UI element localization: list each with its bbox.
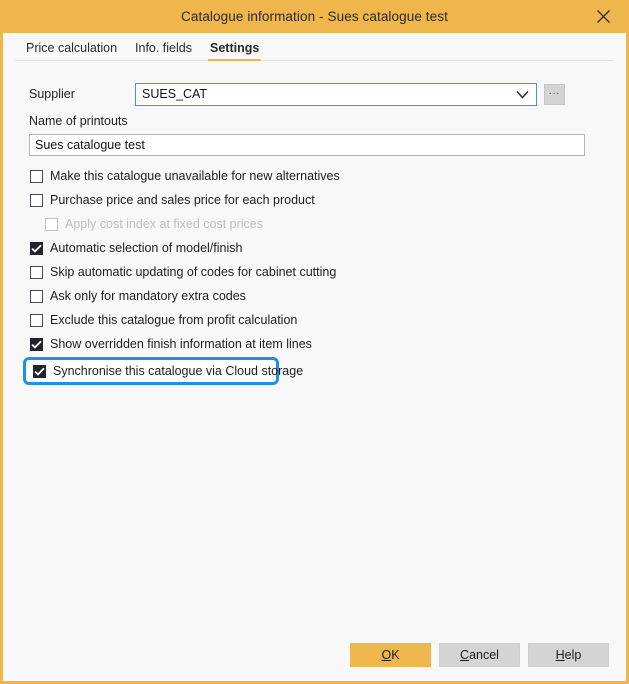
supplier-select[interactable]: SUES_CAT — [135, 83, 537, 106]
chevron-down-icon[interactable] — [514, 84, 530, 105]
checkbox-label: Show overridden finish information at it… — [50, 337, 312, 351]
printouts-input[interactable] — [29, 134, 585, 156]
checkbox-box[interactable] — [30, 242, 43, 255]
ok-button[interactable]: OK — [350, 643, 431, 667]
supplier-browse-button[interactable]: ... — [544, 84, 565, 105]
checkbox-box — [45, 218, 58, 231]
checkbox-box[interactable] — [30, 194, 43, 207]
checkbox-label: Synchronise this catalogue via Cloud sto… — [53, 364, 303, 378]
supplier-label: Supplier — [3, 87, 135, 101]
ok-button-rest: K — [391, 648, 399, 662]
close-icon[interactable] — [586, 0, 620, 33]
tab-settings[interactable]: Settings — [201, 41, 268, 61]
checkbox-row-automatic-selection-model-finish[interactable]: Automatic selection of model/finish — [3, 236, 626, 260]
checkbox-box[interactable] — [33, 365, 46, 378]
cancel-button[interactable]: Cancel — [439, 643, 520, 667]
printouts-label: Name of printouts — [29, 114, 128, 128]
dialog-footer: OK Cancel Help — [350, 643, 609, 667]
checkbox-row-exclude-from-profit-calculation[interactable]: Exclude this catalogue from profit calcu… — [3, 308, 626, 332]
window-title: Catalogue information - Sues catalogue t… — [181, 9, 448, 24]
cancel-button-rest: ancel — [469, 648, 499, 662]
checkbox-label: Make this catalogue unavailable for new … — [50, 169, 340, 183]
checkbox-label: Apply cost index at fixed cost prices — [65, 217, 263, 231]
checkbox-box[interactable] — [30, 170, 43, 183]
checkbox-row-skip-code-updating[interactable]: Skip automatic updating of codes for cab… — [3, 260, 626, 284]
checkbox-label: Skip automatic updating of codes for cab… — [50, 265, 336, 279]
help-button[interactable]: Help — [528, 643, 609, 667]
checkbox-box[interactable] — [30, 266, 43, 279]
cancel-button-accel: C — [460, 648, 469, 662]
checkbox-row-apply-cost-index: Apply cost index at fixed cost prices — [3, 212, 626, 236]
tab-price-calculation[interactable]: Price calculation — [17, 41, 126, 61]
checkbox-row-purchase-and-sales-price[interactable]: Purchase price and sales price for each … — [3, 188, 626, 212]
checkbox-row-synchronise-via-cloud-storage[interactable]: Synchronise this catalogue via Cloud sto… — [23, 357, 279, 385]
help-button-rest: elp — [565, 648, 582, 662]
checkbox-box[interactable] — [30, 338, 43, 351]
checkbox-label: Ask only for mandatory extra codes — [50, 289, 246, 303]
supplier-row: Supplier SUES_CAT ... — [3, 82, 626, 106]
checkbox-box[interactable] — [30, 290, 43, 303]
checkbox-label: Purchase price and sales price for each … — [50, 193, 315, 207]
supplier-value: SUES_CAT — [136, 87, 207, 101]
title-bar: Catalogue information - Sues catalogue t… — [3, 0, 626, 33]
settings-checkbox-list: Make this catalogue unavailable for new … — [3, 164, 626, 385]
checkbox-label: Automatic selection of model/finish — [50, 241, 242, 255]
checkbox-label: Exclude this catalogue from profit calcu… — [50, 313, 297, 327]
checkbox-row-show-overridden-finish-info[interactable]: Show overridden finish information at it… — [3, 332, 626, 356]
checkbox-box[interactable] — [30, 314, 43, 327]
dialog-body: Supplier SUES_CAT ... Name of printouts … — [3, 61, 626, 681]
checkbox-row-mandatory-extra-codes[interactable]: Ask only for mandatory extra codes — [3, 284, 626, 308]
tab-strip: Price calculation Info. fields Settings — [3, 33, 626, 61]
help-button-accel: H — [556, 648, 565, 662]
checkbox-row-unavailable-for-alternatives[interactable]: Make this catalogue unavailable for new … — [3, 164, 626, 188]
ok-button-accel: O — [381, 648, 391, 662]
tab-info-fields[interactable]: Info. fields — [126, 41, 201, 61]
dialog-window: Catalogue information - Sues catalogue t… — [0, 0, 629, 684]
